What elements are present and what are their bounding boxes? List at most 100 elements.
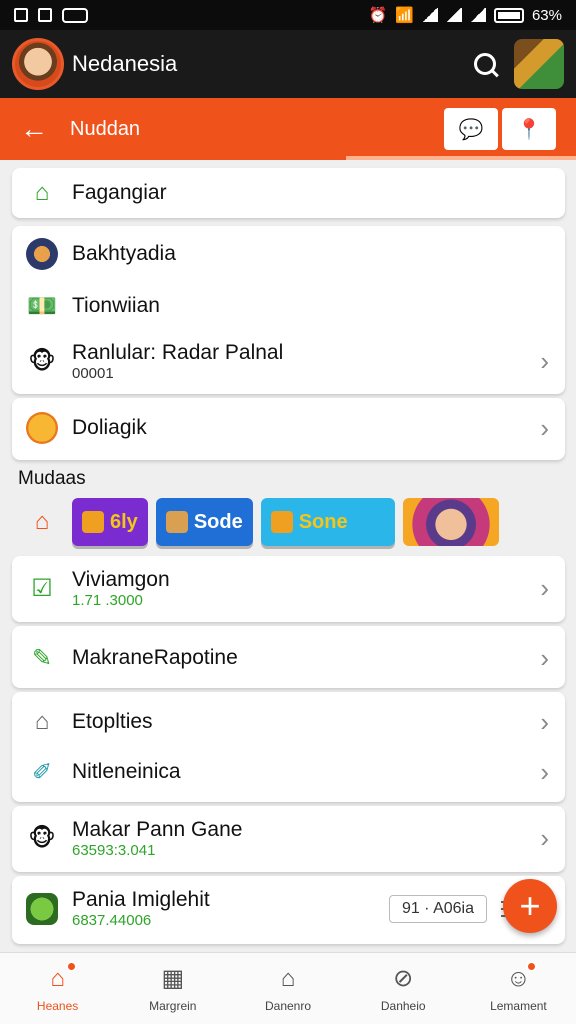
list-item[interactable]: Bakhtyadia [12,238,565,270]
bottom-nav-label: Danheio [380,998,426,1013]
nav-title: Nuddan [70,117,141,140]
notification-dot [65,960,77,972]
back-arrow-icon[interactable]: ← [20,113,56,145]
location-button[interactable]: 📍 [502,108,556,150]
list-item[interactable]: 🐵 Ranlular: Radar Palnal 00001 › [12,338,565,384]
bottom-nav-label: Danenro [264,998,312,1013]
list-item-sub: 6837.44006 [72,912,152,929]
chip-row: ⌂ 6ly Sode Sone [12,494,565,550]
image-icon [38,8,52,22]
add-fab-button[interactable]: + [503,879,557,933]
notification-dot [526,960,538,972]
section-title: Mudaas [18,468,86,489]
app-title: Nedanesia [72,51,178,76]
pen-icon: ✎ [31,644,53,672]
chevron-right-icon: › [540,823,549,853]
app-bar: Nedanesia [0,30,576,98]
chip-label: Sone [298,510,348,533]
list-card: ⌂ Etoplties › ✐ Nitleneinica › [12,692,565,802]
bone-icon [270,511,293,533]
bottom-nav-label: Margrein [149,998,197,1013]
bottom-nav-compass[interactable]: ⊘ Danheio [346,953,461,1024]
list-card[interactable]: ☑ Viviamgon 1.71 .3000 › [12,556,565,622]
list-item-sub: 00001 [72,364,114,382]
chevron-right-icon: › [540,756,549,787]
wifi-icon: 📶 [395,7,414,24]
edit-square-icon: ✐ [31,758,53,786]
location-pin-icon: 📍 [516,118,542,141]
tab-indicator [346,156,576,160]
list-item-label: Viviamgon [72,568,170,591]
profile-card: Bakhtyadia 💵 Tionwiian 🐵 Ranlular: Radar… [12,226,565,394]
list-item-sub: 63593:3.041 [72,842,156,859]
chest-icon [165,511,188,533]
coin-icon [26,412,58,444]
character-portrait[interactable] [402,498,499,546]
chevron-right-icon: › [540,345,549,376]
top-item-card[interactable]: ⌂ Fagangiar [12,168,565,218]
list-item-label: Etoplties [72,710,153,733]
battery-icon [493,7,524,23]
list-card[interactable]: ✎ MakraneRapotine › [12,626,565,688]
media-icon [62,7,88,23]
list-card[interactable]: Pania Imiglehit 6837.44006 91 · A06ia [12,876,565,944]
list-item-label: Nitleneinica [72,760,181,783]
house-icon: ⌂ [34,708,50,735]
list-item-label: Doliagik [72,416,147,439]
building-icon: ⌂ [280,964,296,992]
chip-button[interactable]: 6ly [72,498,148,546]
status-bar: ⏰ 📶 63% [0,0,576,30]
chip-button[interactable]: Sone [260,498,395,546]
treasure-chest-icon[interactable] [514,39,564,89]
bottom-nav-profile[interactable]: ☺ Lemament [461,953,576,1024]
list-item-label: Pania Imiglehit [72,888,210,911]
list-card[interactable]: 🐵 Makar Pann Gane 63593:3.041 › [12,806,565,872]
nav-bar: ← Nuddan 💬 📍 [0,98,576,160]
compass-icon: ⊘ [393,965,414,992]
chip-button[interactable]: Sode [155,498,253,546]
battery-level: 63% [531,6,562,24]
alarm-icon: ⏰ [368,7,388,24]
chevron-right-icon: › [540,706,549,737]
signal-icon [421,8,438,22]
money-icon: 💵 [27,292,57,320]
profile-icon: ☺ [503,960,538,993]
coin-card[interactable]: Doliagik › [12,398,565,460]
value-pill[interactable]: 91 · A06ia [388,894,487,923]
check-icon: ☑ [31,575,53,602]
list-item-label: Makar Pann Gane [72,818,243,841]
list-item-label: Tionwiian [72,294,160,317]
bottom-nav-home[interactable]: ⌂ Heanes [0,953,115,1024]
gem-icon [82,511,104,533]
list-item-label: Ranlular: Radar Palnal [72,340,284,364]
home-icon: ⌂ [34,508,50,535]
bottom-nav-building[interactable]: ⌂ Danenro [230,953,345,1024]
list-item[interactable]: ✐ Nitleneinica › [12,756,565,788]
list-item[interactable]: ⌂ Etoplties › [12,706,565,738]
game-avatar-icon [26,238,58,270]
stats-icon: ▦ [161,965,185,992]
monkey-icon: 🐵 [28,347,56,375]
bottom-nav: ⌂ Heanes ▦ Margrein ⌂ Danenro ⊘ Danheio … [0,952,576,1024]
notification-icon [14,8,28,22]
home-icon: ⌂ [43,960,77,993]
bottom-nav-stats[interactable]: ▦ Margrein [115,953,230,1024]
home-icon: ⌂ [34,179,50,206]
chip-label: Sode [193,510,243,533]
signal-icon [445,8,462,22]
list-item[interactable]: 💵 Tionwiian [12,290,565,322]
chevron-right-icon: › [540,642,549,673]
chevron-right-icon: › [540,573,549,603]
chip-label: 6ly [110,510,138,533]
chevron-right-icon: › [540,412,549,443]
avatar[interactable] [12,38,64,90]
chat-button[interactable]: 💬 [444,108,498,150]
list-item-sub: 1.71 .3000 [72,592,143,609]
list-item-label: Bakhtyadia [72,242,176,265]
monkey-icon: 🐵 [28,825,56,852]
game-icon [26,892,58,925]
bottom-nav-label: Heanes [36,998,79,1013]
search-icon[interactable] [474,53,496,75]
list-item-label: MakraneRapotine [72,646,238,669]
bottom-nav-label: Lemament [490,998,547,1013]
